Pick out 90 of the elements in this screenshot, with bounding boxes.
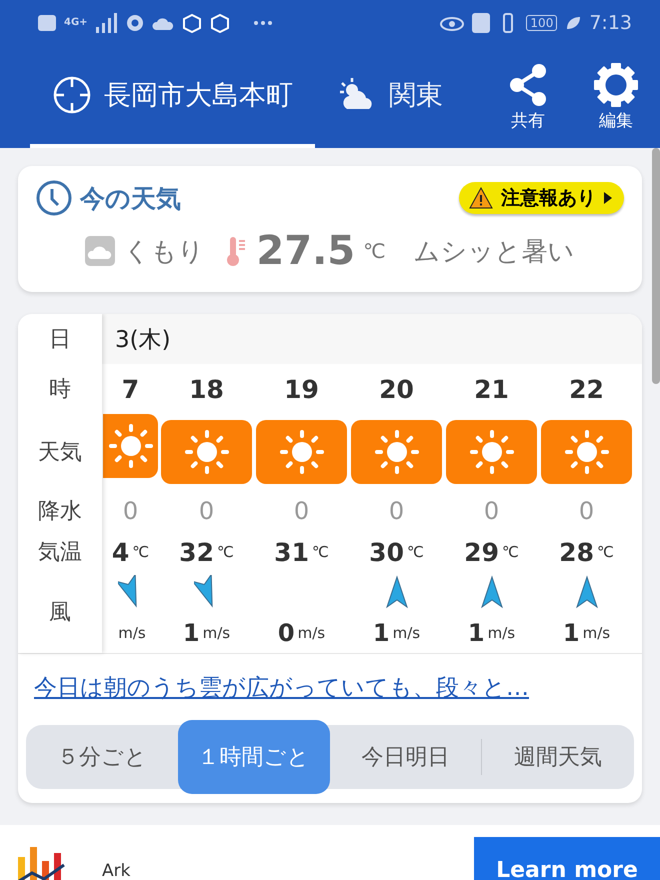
row-label: 時: [49, 376, 71, 404]
cloud-icon: [152, 16, 174, 30]
signal-icon: [96, 13, 118, 33]
temperature-value: 30: [369, 538, 404, 566]
temperature-unit: ℃: [216, 543, 234, 561]
hour-label: 19: [284, 374, 319, 404]
view-tab[interactable]: １時間ごと: [178, 720, 330, 794]
battery-level: 100: [526, 15, 558, 31]
precipitation-value: 0: [388, 497, 404, 525]
precipitation-value: 0: [198, 497, 214, 525]
learn-more-button[interactable]: Learn more: [474, 837, 660, 880]
view-tab[interactable]: 週間天気: [482, 725, 634, 789]
location-tab[interactable]: 関東: [315, 46, 465, 148]
hour-label: 22: [569, 374, 604, 404]
sun-icon: [562, 428, 610, 476]
temperature-unit: ℃: [502, 543, 519, 561]
condition-text: くもり: [123, 236, 204, 268]
wind-unit: m/s: [392, 624, 420, 642]
settings-button[interactable]: 編集: [572, 46, 660, 148]
box-icon: [210, 13, 230, 33]
wind-arrow-icon: [478, 575, 504, 609]
temperature-unit: ℃: [132, 543, 150, 561]
action-label: 共有: [511, 110, 545, 132]
tab-label: 関東: [389, 79, 443, 113]
eye-icon: [440, 15, 464, 31]
temperature-unit: ℃: [312, 543, 329, 561]
date-label: 3(木): [115, 326, 171, 354]
sun-icon: [468, 428, 516, 476]
temperature-unit: ℃: [596, 543, 614, 561]
clock-icon: [36, 180, 72, 216]
wind-unit: m/s: [298, 624, 326, 642]
precipitation-value: 0: [578, 497, 594, 525]
feeling-text: ムシッと暑い: [414, 236, 575, 268]
forecast-summary-link[interactable]: 今日は朝のうち雲が広がっていても、段々と…: [18, 653, 642, 703]
hour-label: 20: [379, 374, 414, 404]
temperature-unit: ℃: [363, 239, 386, 263]
more-icon: [254, 21, 272, 25]
box-icon: [182, 13, 202, 33]
precipitation-value: 0: [122, 497, 138, 525]
wind-unit: m/s: [582, 624, 610, 642]
location-tab[interactable]: 長岡市大島本町: [30, 46, 315, 148]
section-title: 今の天気: [80, 182, 181, 214]
temperature-unit: ℃: [406, 543, 424, 561]
wind-speed: 1: [372, 619, 390, 647]
alert-button[interactable]: 注意報あり: [459, 182, 624, 214]
hour-label: 7: [122, 374, 140, 404]
wind-speed: 0: [278, 619, 295, 647]
sun-icon: [182, 428, 230, 476]
wind-arrow-icon: [384, 575, 410, 609]
wind-unit: m/s: [202, 624, 230, 642]
hour-label: 21: [474, 374, 509, 404]
view-tab[interactable]: ５分ごと: [26, 725, 178, 789]
wind-speed: 1: [468, 619, 485, 647]
precipitation-value: 0: [484, 497, 500, 525]
row-label: 風: [49, 599, 71, 627]
caret-icon: [604, 192, 612, 204]
row-label: 天気: [38, 438, 82, 466]
row-label: 降水: [38, 498, 82, 526]
row-label: 日: [49, 326, 71, 354]
sun-icon: [278, 428, 326, 476]
temperature-value: 4: [112, 538, 130, 566]
clock-time: 7:13: [589, 12, 632, 34]
cloud-icon: [85, 236, 116, 266]
tab-label: 長岡市大島本町: [104, 79, 293, 113]
view-tab[interactable]: 今日明日: [330, 725, 482, 789]
temperature-value: 32: [179, 538, 214, 566]
wind-unit: m/s: [488, 624, 516, 642]
leaf-icon: [565, 15, 582, 31]
settings-icon: [594, 62, 638, 106]
advertiser-name: Ark: [102, 861, 130, 880]
network-label: 4G+: [64, 18, 88, 28]
wind-unit: m/s: [118, 624, 146, 642]
precipitation-value: 0: [294, 497, 310, 525]
share-icon: [507, 62, 549, 106]
crosshair-icon: [52, 75, 92, 115]
wind-speed: 1: [182, 619, 200, 647]
temperature-value: 28: [559, 538, 594, 566]
temperature-value: 31: [274, 538, 309, 566]
row-label: 気温: [38, 539, 82, 567]
sun-icon: [372, 428, 420, 476]
sun-icon: [106, 422, 154, 470]
scroll-bar[interactable]: [652, 148, 660, 384]
wind-speed: 1: [562, 619, 580, 647]
temperature-value: 27.5: [256, 228, 356, 274]
share-button[interactable]: 共有: [484, 46, 572, 148]
warning-icon: [469, 187, 493, 209]
action-label: 編集: [599, 110, 633, 132]
hour-label: 18: [189, 374, 224, 404]
temperature-value: 29: [464, 538, 499, 566]
wind-arrow-icon: [574, 575, 600, 609]
